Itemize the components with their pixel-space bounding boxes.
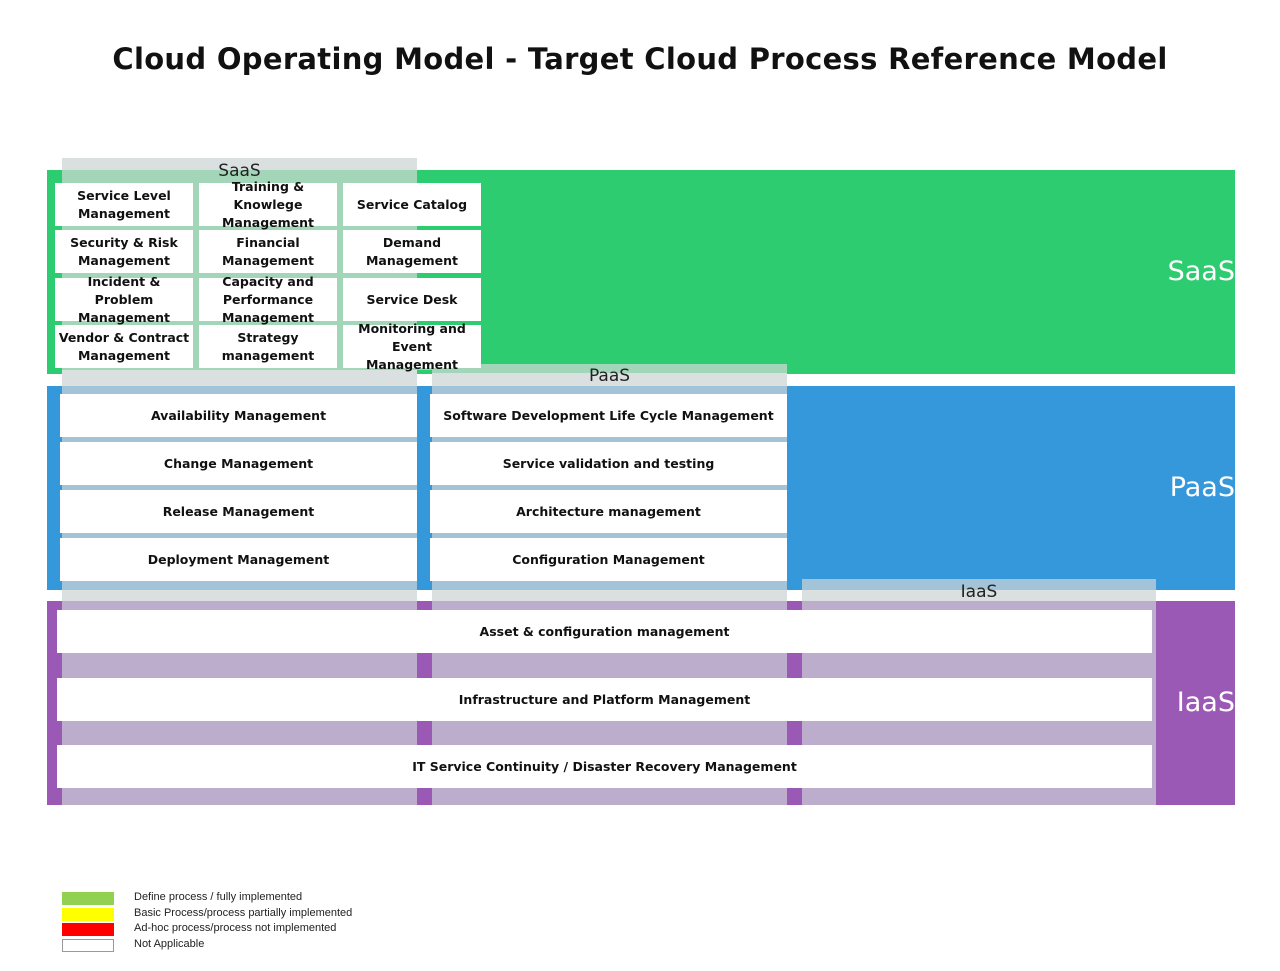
legend-swatch xyxy=(62,908,114,921)
legend-swatch xyxy=(62,923,114,936)
saas-process-box: Demand Management xyxy=(343,230,481,273)
paas-process-box: Availability Management xyxy=(60,394,417,437)
paas-process-box: Change Management xyxy=(60,442,417,485)
saas-process-box: Strategy management xyxy=(199,325,337,368)
paas-process-box: Architecture management xyxy=(430,490,787,533)
iaas-process-box: Infrastructure and Platform Management xyxy=(57,678,1152,721)
iaas-process-box: Asset & configuration management xyxy=(57,610,1152,653)
paas-process-box: Deployment Management xyxy=(60,538,417,581)
saas-process-box: Service Level Management xyxy=(55,183,193,226)
saas-process-box: Monitoring and Event Management xyxy=(343,321,481,372)
saas-process-box: Security & Risk Management xyxy=(55,230,193,273)
legend-label: Basic Process/process partially implemen… xyxy=(134,907,353,919)
column1-gap-strip-2 xyxy=(62,590,417,601)
saas-process-box: Vendor & Contract Management xyxy=(55,325,193,368)
column2-gap-strip xyxy=(432,590,787,601)
paas-process-box: Software Development Life Cycle Manageme… xyxy=(430,394,787,437)
legend-swatch xyxy=(62,939,114,952)
legend-label: Define process / fully implemented xyxy=(134,891,303,903)
saas-process-box: Capacity and Performance Management xyxy=(199,274,337,325)
saas-process-box: Training & Knowlege Management xyxy=(199,179,337,230)
paas-process-box: Service validation and testing xyxy=(430,442,787,485)
page-title: Cloud Operating Model - Target Cloud Pro… xyxy=(112,42,1168,76)
paas-process-box: Configuration Management xyxy=(430,538,787,581)
legend-swatch xyxy=(62,892,114,905)
paas-band-label: PaaS xyxy=(1169,472,1235,503)
legend-label: Not Applicable xyxy=(134,938,205,950)
legend-label: Ad-hoc process/process not implemented xyxy=(134,922,337,934)
saas-process-box: Incident & Problem Management xyxy=(55,274,193,325)
saas-process-box: Service Desk xyxy=(343,278,481,321)
paas-process-box: Release Management xyxy=(60,490,417,533)
saas-process-box: Financial Management xyxy=(199,230,337,273)
saas-band-label: SaaS xyxy=(1167,256,1235,287)
saas-process-box: Service Catalog xyxy=(343,183,481,226)
iaas-column-header: IaaS xyxy=(960,582,998,602)
iaas-process-box: IT Service Continuity / Disaster Recover… xyxy=(57,745,1152,788)
paas-column-header: PaaS xyxy=(588,366,631,386)
